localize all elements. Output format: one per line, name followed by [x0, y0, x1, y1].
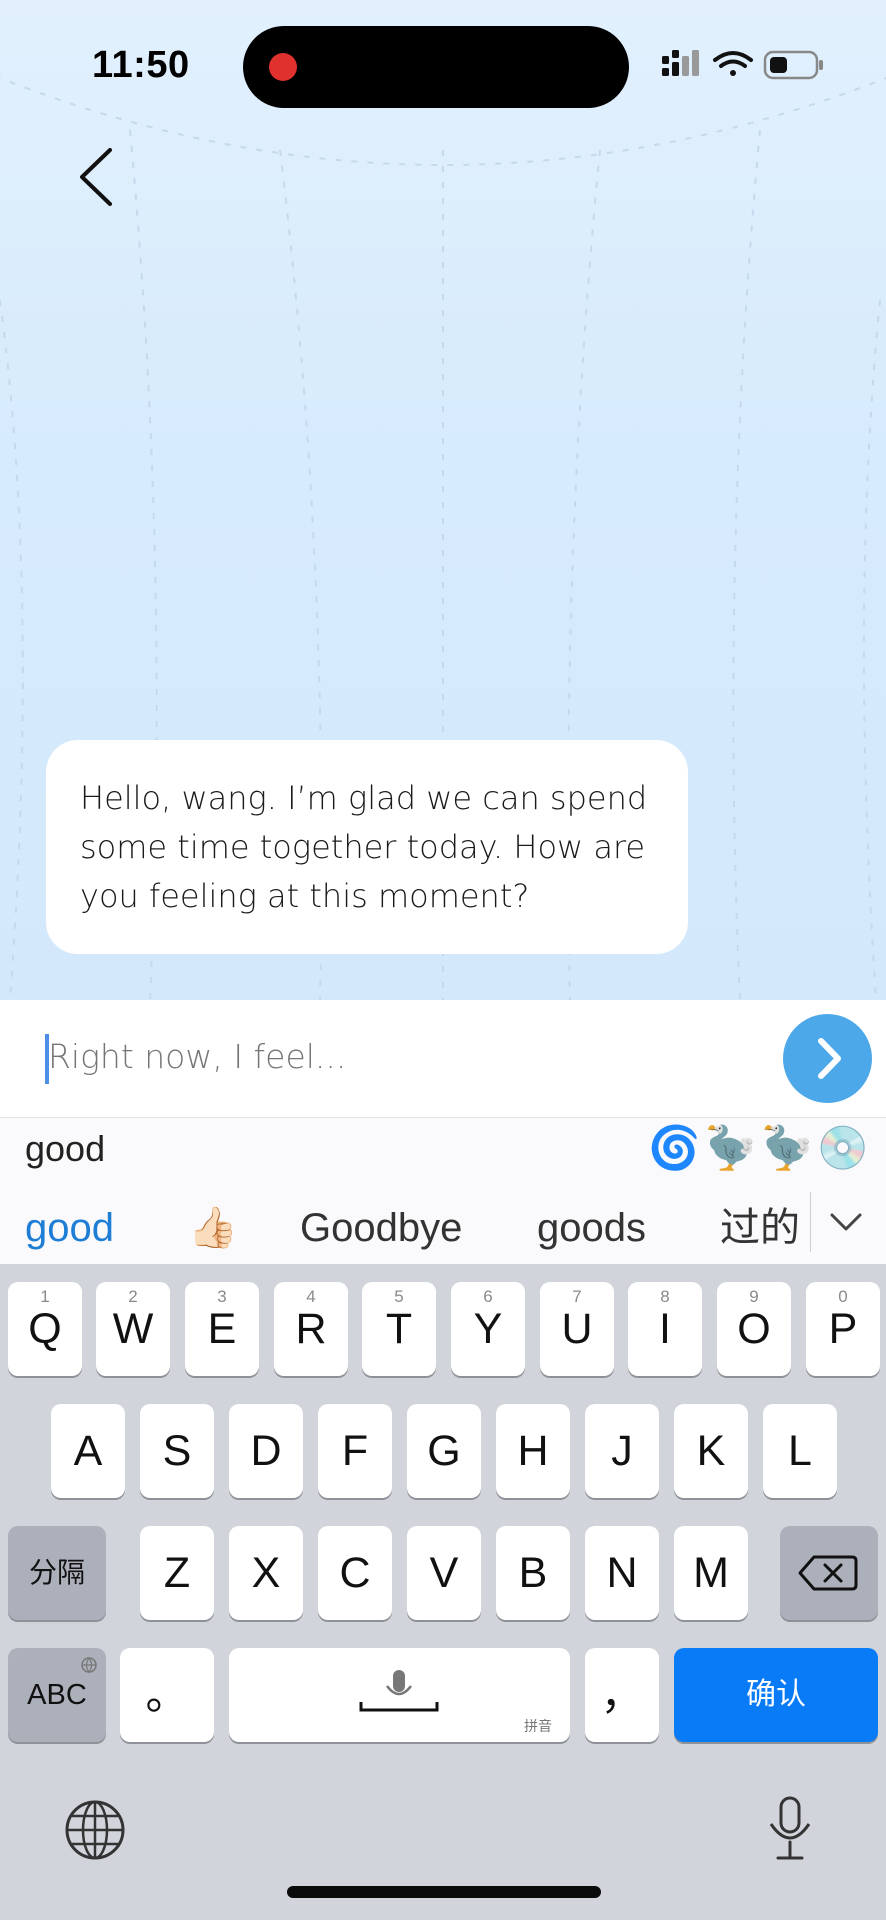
key-e[interactable]: 3E — [185, 1282, 259, 1376]
key-w[interactable]: 2W — [96, 1282, 170, 1376]
key-o[interactable]: 9O — [717, 1282, 791, 1376]
key-d[interactable]: D — [229, 1404, 303, 1498]
key-a[interactable]: A — [51, 1404, 125, 1498]
space-key[interactable]: 拼音 — [229, 1648, 570, 1742]
ime-composing-row: good 🌀🦤🦤💿 — [0, 1118, 886, 1192]
keyboard: 1Q 2W 3E 4R 5T 6Y 7U 8I 9O 0P A S D F G … — [0, 1264, 886, 1920]
key-f[interactable]: F — [318, 1404, 392, 1498]
recording-indicator — [269, 53, 297, 81]
chevron-down-icon[interactable] — [826, 1202, 866, 1242]
microphone-icon[interactable] — [765, 1796, 815, 1862]
key-q[interactable]: 1Q — [8, 1282, 82, 1376]
key-g[interactable]: G — [407, 1404, 481, 1498]
key-l[interactable]: L — [763, 1404, 837, 1498]
home-indicator — [287, 1886, 601, 1898]
key-h[interactable]: H — [496, 1404, 570, 1498]
separator-key[interactable]: 分隔 — [8, 1526, 106, 1620]
candidate-item[interactable]: Goodbye — [300, 1198, 462, 1258]
key-i[interactable]: 8I — [628, 1282, 702, 1376]
message-input[interactable] — [48, 1037, 748, 1076]
key-b[interactable]: B — [496, 1526, 570, 1620]
send-arrow-icon — [818, 1038, 841, 1079]
key-u[interactable]: 7U — [540, 1282, 614, 1376]
candidate-item[interactable]: 👍🏻 — [188, 1198, 238, 1258]
key-k[interactable]: K — [674, 1404, 748, 1498]
candidate-bar: good 👍🏻 Goodbye goods 过的 — [0, 1192, 886, 1264]
status-icons — [662, 50, 823, 80]
microphone-space-icon — [359, 1670, 439, 1712]
input-bar — [0, 1000, 886, 1118]
composing-text: good — [25, 1128, 106, 1169]
key-m[interactable]: M — [674, 1526, 748, 1620]
back-chevron-icon[interactable] — [72, 142, 124, 212]
delete-key[interactable] — [780, 1526, 878, 1620]
key-c[interactable]: C — [318, 1526, 392, 1620]
key-p[interactable]: 0P — [806, 1282, 880, 1376]
key-n[interactable]: N — [585, 1526, 659, 1620]
candidate-item[interactable]: 过的 — [720, 1198, 800, 1258]
key-x[interactable]: X — [229, 1526, 303, 1620]
key-j[interactable]: J — [585, 1404, 659, 1498]
delete-icon — [798, 1555, 858, 1591]
candidate-item[interactable]: goods — [537, 1198, 646, 1258]
space-sub-label: 拼音 — [524, 1718, 552, 1734]
wifi-icon — [713, 51, 753, 76]
comma-key[interactable]: ， — [585, 1648, 659, 1742]
assistant-message-bubble: Hello, wang. I’m glad we can spend some … — [46, 740, 688, 954]
key-t[interactable]: 5T — [362, 1282, 436, 1376]
period-key[interactable]: 。 — [120, 1648, 214, 1742]
emoji-suggestions[interactable]: 🌀🦤🦤💿 — [648, 1124, 873, 1173]
key-y[interactable]: 6Y — [451, 1282, 525, 1376]
dynamic-island — [243, 26, 629, 108]
key-s[interactable]: S — [140, 1404, 214, 1498]
candidate-divider — [810, 1192, 811, 1252]
globe-icon[interactable] — [63, 1798, 127, 1862]
globe-small-icon — [81, 1657, 97, 1674]
chat-area: 11:50 Hello, wang. I’m glad we can spend… — [0, 0, 886, 1000]
key-z[interactable]: Z — [140, 1526, 214, 1620]
key-r[interactable]: 4R — [274, 1282, 348, 1376]
status-time: 11:50 — [92, 44, 190, 86]
send-button[interactable] — [783, 1014, 872, 1103]
key-v[interactable]: V — [407, 1526, 481, 1620]
signal-icon — [662, 50, 699, 76]
abc-key[interactable]: ABC — [8, 1648, 106, 1742]
battery-icon — [763, 50, 823, 80]
candidate-item[interactable]: good — [25, 1198, 114, 1258]
confirm-key[interactable]: 确认 — [674, 1648, 878, 1742]
